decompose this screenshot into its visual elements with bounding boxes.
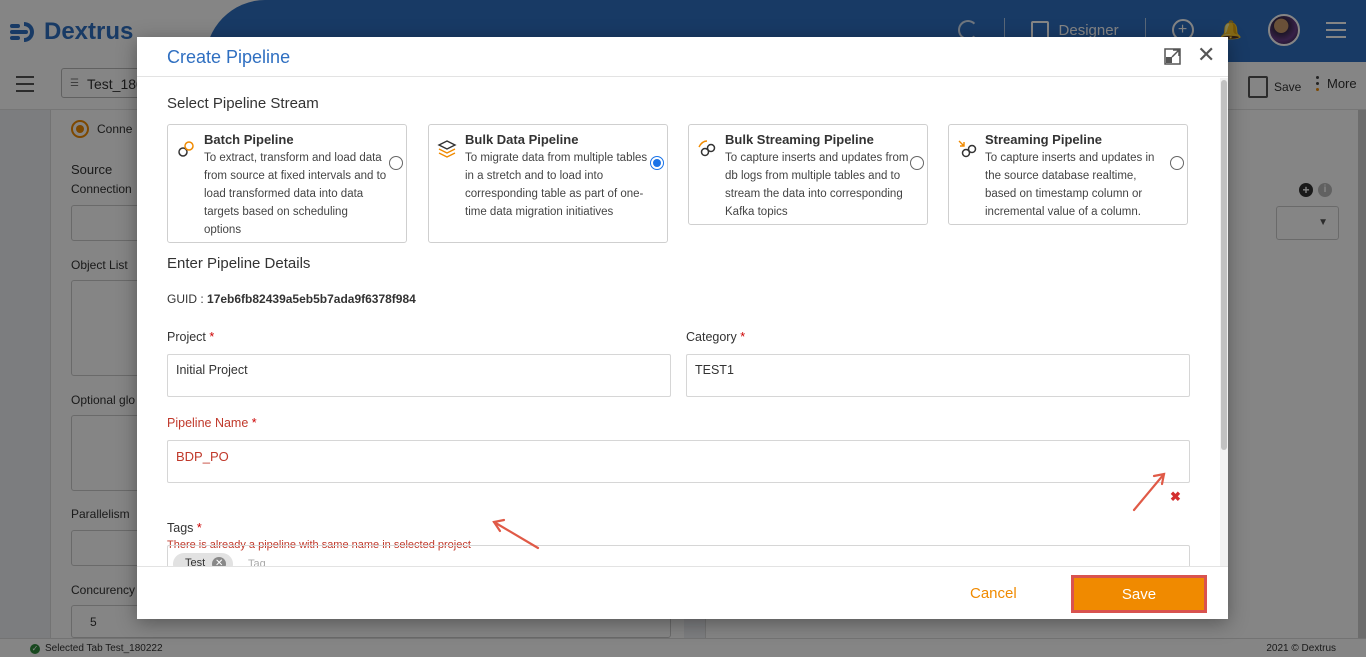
close-icon[interactable]: ✕ <box>1197 43 1215 67</box>
pipeline-name-input[interactable]: BDP_PO <box>167 440 1190 483</box>
pipeline-name-label: Pipeline Name * <box>167 416 257 430</box>
dialog-footer: Cancel Save <box>137 566 1228 619</box>
cancel-button[interactable]: Cancel <box>970 585 1017 602</box>
category-label: Category * <box>686 330 746 344</box>
dialog-header: Create Pipeline ✕ <box>137 37 1228 77</box>
stream-card-title: Bulk Streaming Pipeline <box>725 132 874 147</box>
category-input[interactable]: TEST1 <box>686 354 1190 397</box>
remove-tag-icon[interactable]: ✕ <box>212 557 227 566</box>
stream-card-title: Batch Pipeline <box>204 132 294 147</box>
tags-input[interactable]: Test ✕ Tag <box>167 545 1190 566</box>
stream-card-streaming[interactable]: Streaming Pipeline To capture inserts an… <box>948 124 1188 225</box>
link-icon <box>178 141 194 157</box>
guid: GUID : 17eb6fb82439a5eb5b7ada9f6378f984 <box>167 292 416 306</box>
stream-radio[interactable] <box>389 156 403 170</box>
project-value: Initial Project <box>176 363 248 377</box>
tag-chip[interactable]: Test ✕ <box>173 553 234 566</box>
expand-icon[interactable] <box>1164 48 1181 65</box>
tags-label: Tags * <box>167 521 202 535</box>
scrollbar-thumb[interactable] <box>1221 80 1227 450</box>
stream-radio-selected[interactable] <box>650 156 664 170</box>
streaming-icon <box>958 140 977 158</box>
pipeline-name-value: BDP_PO <box>176 449 229 464</box>
stream-section-title: Select Pipeline Stream <box>167 95 319 112</box>
stream-card-description: To capture inserts and updates from db l… <box>725 152 909 218</box>
stream-card-description: To migrate data from multiple tables in … <box>465 152 648 218</box>
stream-card-title: Bulk Data Pipeline <box>465 132 579 147</box>
layers-icon <box>437 140 457 158</box>
guid-label: GUID : <box>167 292 204 306</box>
details-section-title: Enter Pipeline Details <box>167 255 311 272</box>
guid-value: 17eb6fb82439a5eb5b7ada9f6378f984 <box>207 292 416 306</box>
category-value: TEST1 <box>695 363 734 377</box>
project-label: Project * <box>167 330 215 344</box>
project-input[interactable]: Initial Project <box>167 354 671 397</box>
tag-placeholder: Tag <box>248 558 266 566</box>
stream-card-bulk-data[interactable]: Bulk Data Pipeline To migrate data from … <box>428 124 668 243</box>
dialog-title: Create Pipeline <box>167 47 291 67</box>
stream-link-icon <box>698 140 716 157</box>
tag-chip-label: Test <box>185 557 206 566</box>
stream-card-bulk-streaming[interactable]: Bulk Streaming Pipeline To capture inser… <box>688 124 928 225</box>
clear-icon[interactable]: ✖ <box>1170 489 1181 505</box>
stream-card-title: Streaming Pipeline <box>985 132 1103 147</box>
stream-card-description: To extract, transform and load data from… <box>204 152 387 236</box>
save-button[interactable]: Save <box>1071 575 1207 613</box>
create-pipeline-dialog: Create Pipeline ✕ Select Pipeline Stream… <box>137 37 1228 619</box>
stream-card-description: To capture inserts and updates in the so… <box>985 152 1155 218</box>
dialog-body: Select Pipeline Stream Batch Pipeline To… <box>137 78 1228 566</box>
stream-card-batch[interactable]: Batch Pipeline To extract, transform and… <box>167 124 407 243</box>
stream-radio[interactable] <box>910 156 924 170</box>
stream-radio[interactable] <box>1170 156 1184 170</box>
dialog-scrollbar[interactable] <box>1220 78 1228 566</box>
